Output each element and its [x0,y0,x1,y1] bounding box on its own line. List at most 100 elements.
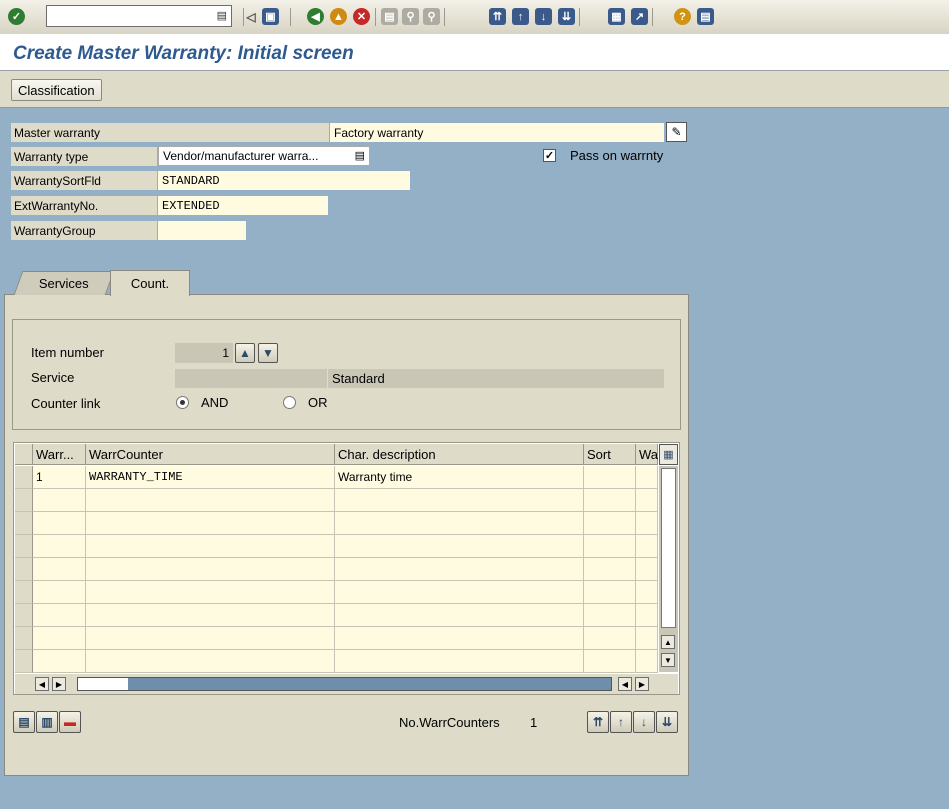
table-cell[interactable] [335,558,584,581]
counter-link-or[interactable]: OR [283,395,328,410]
warranty-type-select[interactable]: Vendor/manufacturer warra... ▤ [158,146,370,166]
exit-icon[interactable]: ▲ [330,8,347,25]
pass-on-warranty-checkbox[interactable]: ✓ [543,149,556,162]
table-cell[interactable] [636,512,658,535]
table-cell[interactable]: 1 [33,466,86,489]
table-cell[interactable] [86,650,335,673]
table-cell[interactable] [86,604,335,627]
last-page-icon[interactable]: ⇊ [558,8,575,25]
table-cell[interactable] [86,535,335,558]
table-cell[interactable] [86,581,335,604]
table-cell[interactable] [335,489,584,512]
tab-services[interactable]: Services [13,271,115,295]
scroll-right-icon[interactable]: ▶ [635,677,649,691]
tab-count[interactable]: Count. [110,270,190,296]
column-config-icon[interactable]: ▦ [659,444,678,465]
back-icon[interactable]: ◀ [307,8,324,25]
column-header-sort[interactable]: Sort [584,444,636,465]
warranty-group-field[interactable] [158,221,246,240]
table-cell[interactable] [636,558,658,581]
command-field[interactable]: ▤ [46,5,232,27]
or-radio[interactable] [283,396,296,409]
table-cell[interactable] [584,466,636,489]
row-selector[interactable] [15,627,33,650]
column-header-warr[interactable]: Warr... [33,444,86,465]
first-entry-icon[interactable]: ⇈ [587,711,609,733]
table-cell[interactable] [584,627,636,650]
save-icon[interactable]: ▣ [262,8,279,25]
scroll-left-icon[interactable]: ◀ [35,677,49,691]
table-cell[interactable] [636,581,658,604]
table-cell[interactable] [636,535,658,558]
table-cell[interactable] [86,512,335,535]
delete-row-icon[interactable]: ▬ [59,711,81,733]
table-cell[interactable] [584,650,636,673]
next-page-icon[interactable]: ↓ [535,8,552,25]
row-selector[interactable] [15,558,33,581]
table-cell[interactable] [636,489,658,512]
table-cell[interactable] [584,558,636,581]
scroll-up-icon[interactable]: ▲ [661,635,675,649]
scroll-down-icon[interactable]: ▼ [661,653,675,667]
edit-text-icon[interactable]: ✎ [666,122,687,142]
table-cell[interactable] [335,581,584,604]
table-cell[interactable] [33,604,86,627]
shortcut-icon[interactable]: ↗ [631,8,648,25]
vertical-scroll-thumb[interactable] [661,468,676,628]
dropdown-icon[interactable]: ▤ [355,149,365,162]
row-selector[interactable] [15,466,33,489]
column-header-char-description[interactable]: Char. description [335,444,584,465]
table-cell[interactable] [636,650,658,673]
layout-menu-icon[interactable]: ▤ [697,8,714,25]
row-selector[interactable] [15,489,33,512]
table-cell[interactable] [636,466,658,489]
table-cell[interactable] [33,512,86,535]
table-cell[interactable] [335,604,584,627]
table-cell[interactable] [86,558,335,581]
row-selector[interactable] [15,535,33,558]
cancel-icon[interactable]: ✕ [353,8,370,25]
select-all-cell[interactable] [15,444,33,465]
last-entry-icon[interactable]: ⇊ [656,711,678,733]
enter-icon[interactable]: ✓ [8,8,25,25]
column-header-warrcounter[interactable]: WarrCounter [86,444,335,465]
table-cell[interactable] [33,650,86,673]
table-cell[interactable] [33,581,86,604]
table-cell[interactable] [335,650,584,673]
row-selector[interactable] [15,604,33,627]
row-selector[interactable] [15,581,33,604]
scroll-right-icon[interactable]: ▶ [52,677,66,691]
warranty-sort-field[interactable]: STANDARD [158,171,410,190]
deselect-all-icon[interactable]: ▥ [36,711,58,733]
dropdown-icon[interactable]: ▤ [217,9,227,22]
table-cell[interactable] [584,604,636,627]
table-cell[interactable] [335,512,584,535]
horizontal-scroll-thumb[interactable] [78,678,128,690]
table-cell[interactable] [33,489,86,512]
find-next-icon[interactable]: ⚲ [423,8,440,25]
table-cell[interactable] [86,627,335,650]
master-warranty-field[interactable]: Factory warranty [330,123,664,142]
table-cell[interactable] [33,535,86,558]
next-entry-icon[interactable]: ↓ [633,711,655,733]
classification-button[interactable]: Classification [11,79,102,101]
new-session-icon[interactable]: ▦ [608,8,625,25]
table-cell[interactable] [584,535,636,558]
table-cell[interactable] [86,489,335,512]
previous-page-icon[interactable]: ↑ [512,8,529,25]
table-cell[interactable] [584,512,636,535]
previous-item-icon[interactable]: ▲ [235,343,255,363]
table-cell[interactable] [584,489,636,512]
next-item-icon[interactable]: ▼ [258,343,278,363]
table-cell[interactable]: Warranty time [335,466,584,489]
horizontal-scrollbar[interactable] [77,677,612,691]
column-header-wa[interactable]: Wa [636,444,658,465]
counter-link-and[interactable]: AND [176,395,228,410]
table-cell[interactable] [584,581,636,604]
and-radio[interactable] [176,396,189,409]
table-cell[interactable] [636,627,658,650]
table-cell[interactable] [33,627,86,650]
table-cell[interactable] [335,627,584,650]
select-all-icon[interactable]: ▤ [13,711,35,733]
first-page-icon[interactable]: ⇈ [489,8,506,25]
